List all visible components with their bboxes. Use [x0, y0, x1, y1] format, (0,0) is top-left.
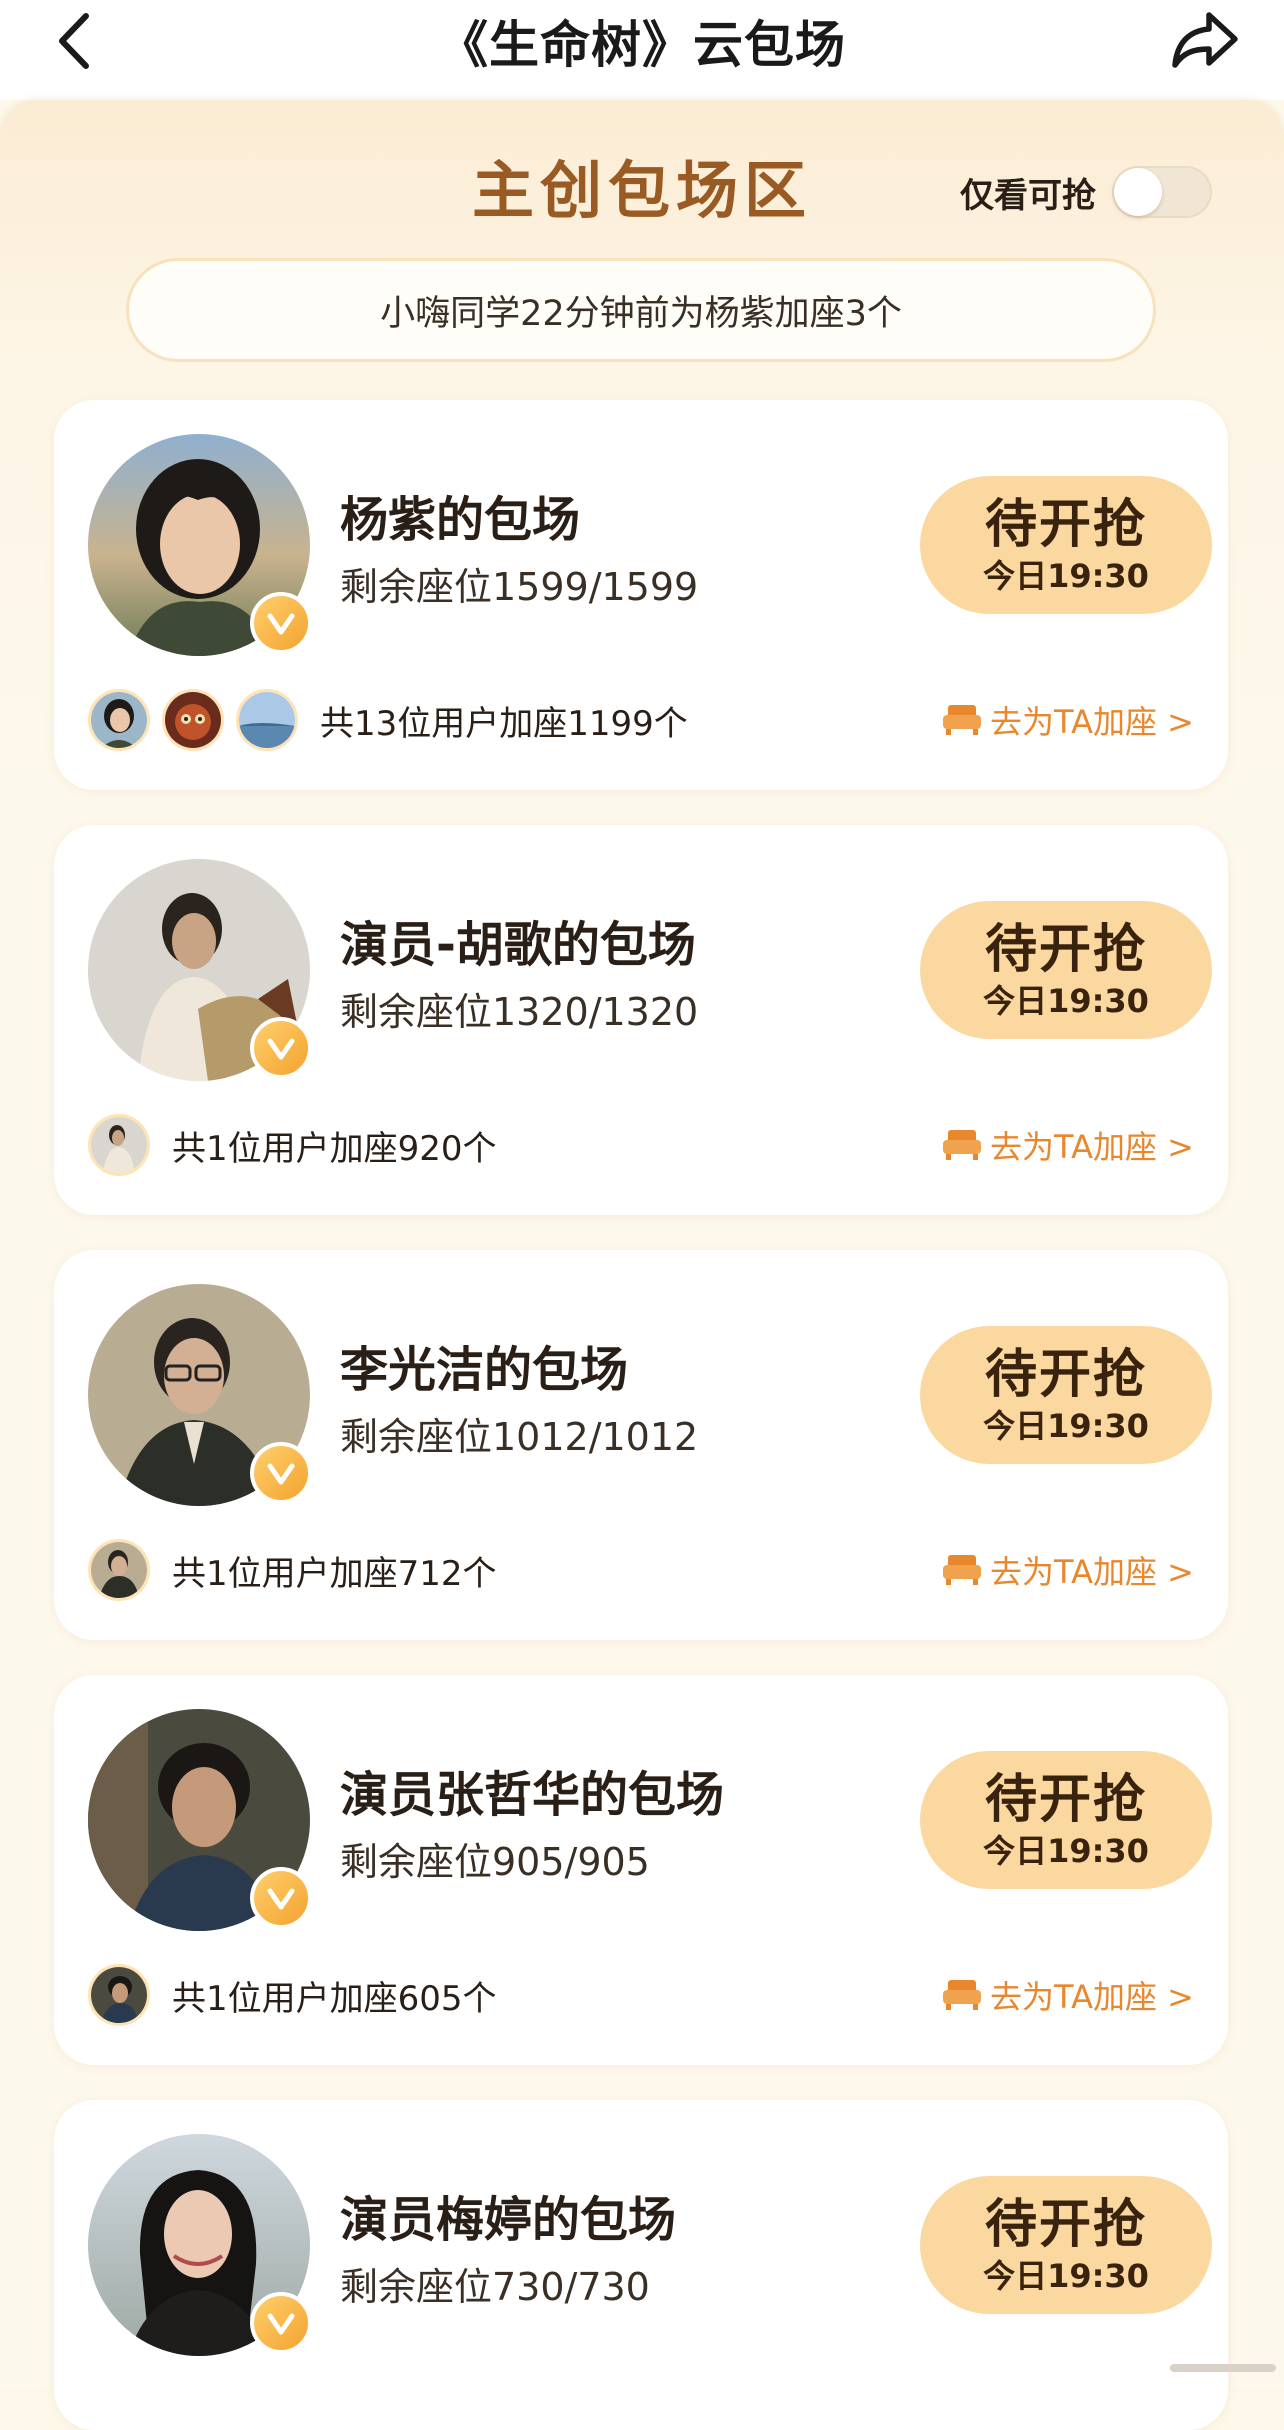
- filter-available-only: 仅看可抢: [960, 152, 1212, 232]
- available-only-toggle[interactable]: [1112, 166, 1212, 218]
- verified-badge-icon: [250, 1017, 312, 1079]
- package-title: 李光洁的包场: [340, 1342, 629, 1398]
- package-card: 演员张哲华的包场 剩余座位905/905 待开抢 今日19:30 共1位用户加座…: [54, 1675, 1228, 2065]
- add-seat-label: 去为TA加座 >: [990, 1553, 1194, 1591]
- remaining-seats: 剩余座位1012/1012: [340, 1415, 699, 1459]
- package-title: 杨紫的包场: [340, 492, 581, 548]
- grab-button-time: 今日19:30: [983, 1407, 1149, 1445]
- add-seat-link[interactable]: 去为TA加座 >: [942, 686, 1194, 754]
- user-avatar: [162, 689, 224, 751]
- verified-badge-icon: [250, 1867, 312, 1929]
- add-seat-label: 去为TA加座 >: [990, 1978, 1194, 2016]
- add-seat-link[interactable]: 去为TA加座 >: [942, 1961, 1194, 2029]
- package-title: 演员梅婷的包场: [340, 2192, 677, 2248]
- user-avatar: [88, 1114, 150, 1176]
- package-card: 演员梅婷的包场 剩余座位730/730 待开抢 今日19:30: [54, 2100, 1228, 2430]
- package-card: 演员-胡歌的包场 剩余座位1320/1320 待开抢 今日19:30 共1位用户…: [54, 825, 1228, 1215]
- remaining-seats: 剩余座位730/730: [340, 2265, 650, 2309]
- add-seat-link[interactable]: 去为TA加座 >: [942, 1111, 1194, 1179]
- verified-badge-icon: [250, 1442, 312, 1504]
- remaining-seats: 剩余座位1320/1320: [340, 990, 699, 1034]
- sofa-icon: [943, 1130, 982, 1160]
- package-title: 演员张哲华的包场: [340, 1767, 725, 1823]
- grab-button-time: 今日19:30: [983, 982, 1149, 1020]
- grab-button[interactable]: 待开抢 今日19:30: [920, 1751, 1212, 1889]
- grab-button-label: 待开抢: [984, 1345, 1147, 1405]
- main-panel: 主创包场区 仅看可抢 小嗨同学22分钟前为杨紫加座3个 杨紫的包场 剩余座位15…: [0, 100, 1284, 2430]
- grab-button[interactable]: 待开抢 今日19:30: [920, 901, 1212, 1039]
- sofa-icon: [943, 1980, 982, 2010]
- share-icon: [1172, 12, 1238, 68]
- user-avatar: [88, 689, 150, 751]
- grab-button-label: 待开抢: [984, 1770, 1147, 1830]
- grab-button-label: 待开抢: [984, 2195, 1147, 2255]
- package-title: 演员-胡歌的包场: [340, 917, 696, 973]
- sofa-icon: [943, 1555, 982, 1585]
- share-button[interactable]: [1160, 4, 1250, 76]
- grab-button-time: 今日19:30: [983, 557, 1149, 595]
- adders-row: 共1位用户加座712个 去为TA加座 >: [88, 1536, 1194, 1604]
- verified-badge-icon: [250, 2292, 312, 2354]
- user-avatar: [88, 1964, 150, 2026]
- remaining-seats: 剩余座位1599/1599: [340, 565, 699, 609]
- remaining-seats: 剩余座位905/905: [340, 1840, 650, 1884]
- grab-button[interactable]: 待开抢 今日19:30: [920, 1326, 1212, 1464]
- grab-button[interactable]: 待开抢 今日19:30: [920, 476, 1212, 614]
- add-seat-label: 去为TA加座 >: [990, 703, 1194, 741]
- grab-button[interactable]: 待开抢 今日19:30: [920, 2176, 1212, 2314]
- grab-button-label: 待开抢: [984, 920, 1147, 980]
- user-avatar: [236, 689, 298, 751]
- page-title: 《生命树》云包场: [438, 16, 846, 74]
- toggle-knob: [1114, 168, 1162, 216]
- user-avatar: [88, 1539, 150, 1601]
- adders-summary: 共13位用户加座1199个: [320, 703, 688, 744]
- add-seat-link[interactable]: 去为TA加座 >: [942, 1536, 1194, 1604]
- grab-button-time: 今日19:30: [983, 1832, 1149, 1870]
- grab-button-label: 待开抢: [984, 495, 1147, 555]
- home-indicator: [1170, 2364, 1276, 2372]
- package-card: 李光洁的包场 剩余座位1012/1012 待开抢 今日19:30 共1位用户加座…: [54, 1250, 1228, 1640]
- package-card: 杨紫的包场 剩余座位1599/1599 待开抢 今日19:30 共13位用户加座…: [54, 400, 1228, 790]
- adders-summary: 共1位用户加座920个: [172, 1128, 497, 1169]
- adders-summary: 共1位用户加座712个: [172, 1553, 497, 1594]
- filter-label: 仅看可抢: [960, 175, 1096, 216]
- adders-row: 共1位用户加座920个 去为TA加座 >: [88, 1111, 1194, 1179]
- adders-row: 共13位用户加座1199个 去为TA加座 >: [88, 686, 1194, 754]
- add-seat-label: 去为TA加座 >: [990, 1128, 1194, 1166]
- verified-badge-icon: [250, 592, 312, 654]
- adders-row: 共1位用户加座605个 去为TA加座 >: [88, 1961, 1194, 2029]
- adders-summary: 共1位用户加座605个: [172, 1978, 497, 2019]
- sofa-icon: [943, 705, 982, 735]
- navigation-bar: 《生命树》云包场: [0, 0, 1284, 100]
- grab-button-time: 今日19:30: [983, 2257, 1149, 2295]
- activity-ticker: 小嗨同学22分钟前为杨紫加座3个: [126, 258, 1156, 362]
